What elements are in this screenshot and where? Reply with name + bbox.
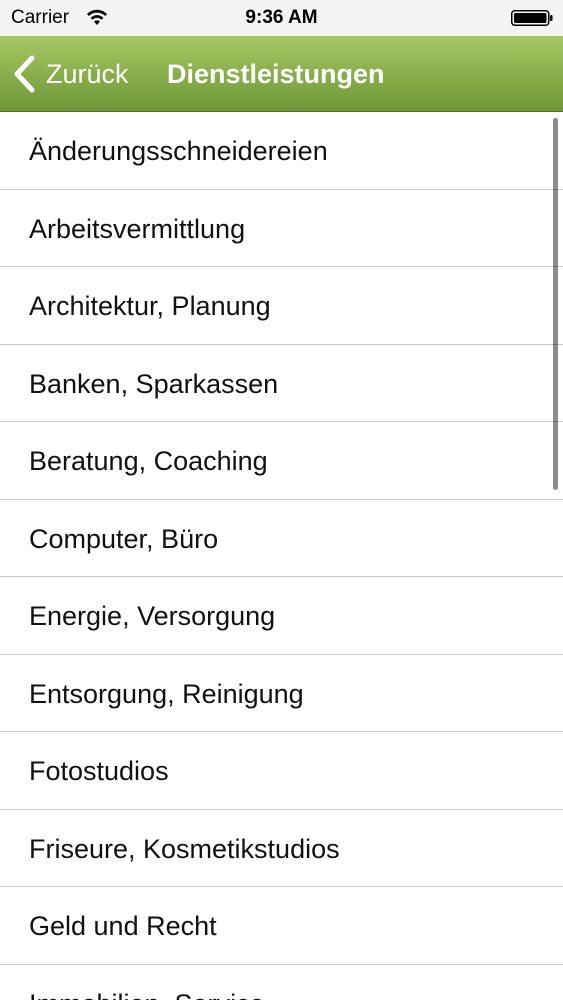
list-item-label: Arbeitsvermittlung (29, 213, 246, 244)
navigation-bar: Zurück Dienstleistungen (0, 36, 563, 112)
list-item-label: Immobilien, Service (29, 965, 265, 1000)
list-item[interactable]: Architektur, Planung (0, 267, 563, 345)
list-item[interactable]: Änderungsschneidereien (0, 112, 563, 190)
list-item[interactable]: Fotostudios (0, 732, 563, 810)
list-item[interactable]: Banken, Sparkassen (0, 345, 563, 422)
list-item[interactable]: Immobilien, Service (0, 965, 563, 1000)
category-list: Änderungsschneidereien Arbeitsvermittlun… (0, 112, 563, 1000)
list-item[interactable]: Energie, Versorgung (0, 577, 563, 655)
back-button-label: Zurück (46, 59, 129, 89)
list-item-label: Computer, Büro (29, 523, 219, 554)
list-item[interactable]: Geld und Recht (0, 887, 563, 965)
list-item-label: Fotostudios (29, 756, 169, 786)
chevron-left-icon (14, 55, 35, 93)
app-screen: Carrier 9:36 AM Zurück Dienstleistungen … (0, 0, 563, 1000)
list-item[interactable]: Beratung, Coaching (0, 422, 563, 500)
list-item-label: Banken, Sparkassen (29, 368, 279, 399)
page-title: Dienstleistungen (167, 59, 385, 89)
status-time: 9:36 AM (245, 7, 318, 28)
list-item[interactable]: Arbeitsvermittlung (0, 190, 563, 267)
list-item-label: Architektur, Planung (29, 291, 271, 321)
list-item-label: Geld und Recht (29, 911, 217, 941)
list-item-label: Energie, Versorgung (29, 601, 276, 631)
list-item-label: Änderungsschneidereien (29, 136, 328, 166)
list-item[interactable]: Computer, Büro (0, 500, 563, 577)
list-item[interactable]: Friseure, Kosmetikstudios (0, 810, 563, 887)
battery-icon (511, 10, 553, 26)
back-button[interactable]: Zurück (12, 54, 129, 94)
list-item-label: Beratung, Coaching (29, 446, 268, 476)
list-item-label: Entsorgung, Reinigung (29, 678, 304, 709)
status-bar: Carrier 9:36 AM (0, 0, 563, 36)
list-item[interactable]: Entsorgung, Reinigung (0, 655, 563, 732)
list-item-label: Friseure, Kosmetikstudios (29, 833, 340, 864)
scroll-indicator[interactable] (553, 118, 558, 490)
